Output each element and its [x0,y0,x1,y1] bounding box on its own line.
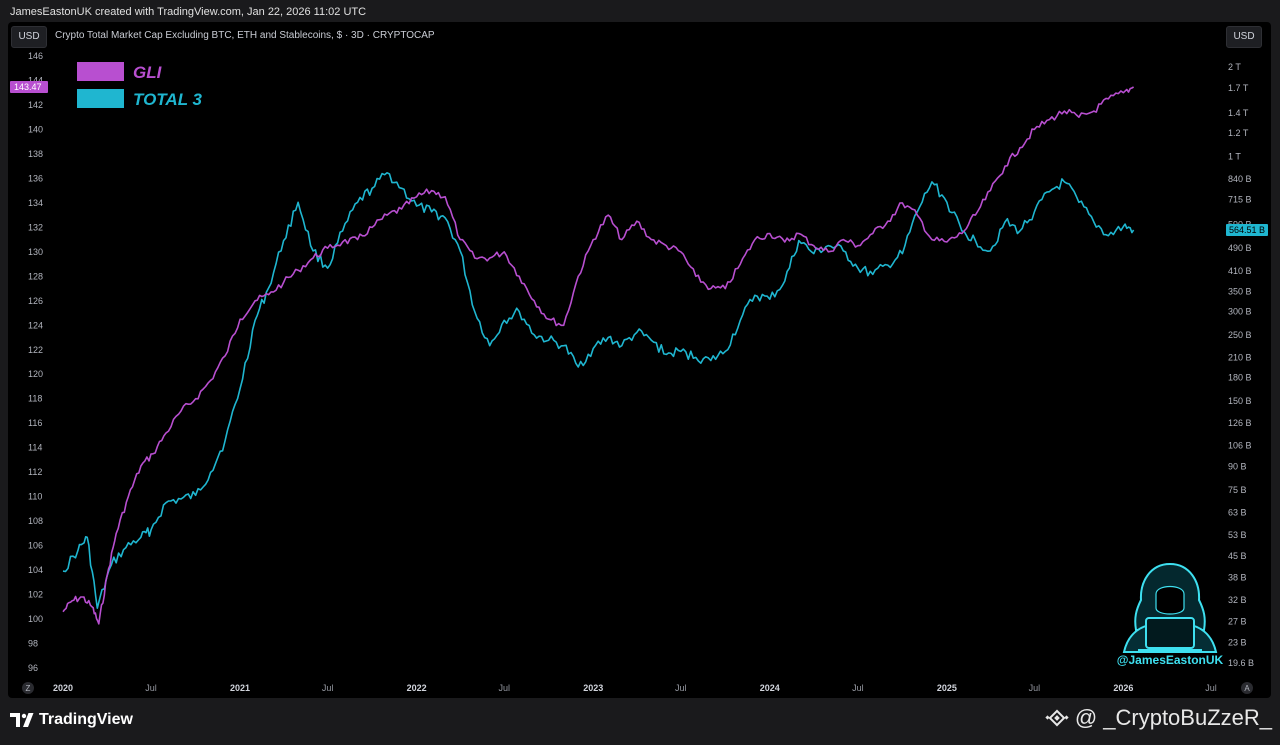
x-tick-label: 2023 [583,683,603,693]
x-tick-label: 2021 [230,683,250,693]
y-right-tick-label: 210 B [1228,352,1252,362]
y-left-tick-label: 98 [28,639,38,649]
y-left-tick-label: 106 [28,541,43,551]
y-left-tick-label: 142 [28,100,43,110]
y-left-tick-label: 128 [28,271,43,281]
y-right-tick-label: 2 T [1228,62,1241,72]
currency-right-button[interactable]: USD [1226,26,1262,48]
y-left-tick-label: 96 [28,663,38,673]
watermark: @ _CryptoBuZzeR_ [1045,705,1272,731]
y-left-tick-label: 126 [28,296,43,306]
y-left-tick-label: 104 [28,565,43,575]
brand-label: TradingView [39,711,133,728]
series-line-gli [62,86,1135,625]
auto-scale-button-label: A [1244,684,1250,693]
gli-last-value-label: 143.47 [14,82,42,92]
y-right-tick-label: 32 B [1228,595,1247,605]
y-left-tick-label: 124 [28,320,43,330]
y-right-tick-label: 27 B [1228,617,1247,627]
y-left-tick-label: 108 [28,516,43,526]
x-tick-label: Jul [498,683,510,693]
y-right-tick-label: 150 B [1228,396,1252,406]
x-tick-label: 2025 [937,683,957,693]
legend-label: GLI [133,63,163,82]
x-tick-label: Jul [1205,683,1217,693]
hacker-avatar: @JamesEastonUK [1110,560,1223,670]
x-tick-label: Jul [322,683,334,693]
y-right-tick-label: 715 B [1228,195,1252,205]
y-left-tick-label: 118 [28,394,42,404]
series-line-total3 [62,172,1135,609]
tradingview-brand[interactable]: TradingView [10,711,133,729]
y-right-tick-label: 1.4 T [1228,108,1249,118]
y-right-tick-label: 840 B [1228,174,1252,184]
y-left-tick-label: 112 [28,467,42,477]
avatar-handle: @JamesEastonUK [1116,653,1224,667]
y-left-tick-label: 132 [28,222,43,232]
x-tick-label: 2024 [760,683,780,693]
y-right-tick-label: 75 B [1228,485,1247,495]
y-left-tick-label: 122 [28,345,43,355]
y-left-tick-label: 140 [28,124,43,134]
y-right-tick-label: 90 B [1228,462,1247,472]
y-right-tick-label: 106 B [1228,441,1252,451]
x-tick-label: 2022 [407,683,427,693]
y-right-tick-label: 300 B [1228,306,1252,316]
chart-caption: JamesEastonUK created with TradingView.c… [10,6,367,18]
y-left-tick-label: 136 [28,173,43,183]
y-left-tick-label: 100 [28,614,43,624]
chart-svg[interactable]: 96 98 100 102 104 106 108 110 112 114 116 118 120 122… [8,22,1271,698]
y-right-tick-label: 350 B [1228,287,1252,297]
y-right-tick-label: 410 B [1228,266,1252,276]
y-left-tick-label: 110 [28,492,42,502]
z-button-label: Z [26,684,31,693]
x-tick-label: 2026 [1113,683,1133,693]
x-tick-label: Jul [1029,683,1041,693]
y-left-tick-label: 116 [28,418,42,428]
y-right-tick-label: 490 B [1228,243,1252,253]
legend-swatch [77,89,124,108]
y-right-tick-label: 180 B [1228,372,1252,382]
x-tick-label: Jul [852,683,864,693]
total3-last-value-label: 564.51 B [1229,225,1265,235]
y-right-tick-label: 45 B [1228,551,1247,561]
y-left-tick-label: 134 [28,198,43,208]
y-right-tick-label: 38 B [1228,573,1247,583]
x-tick-label: Jul [675,683,687,693]
y-right-tick-label: 1.7 T [1228,83,1249,93]
y-right-tick-label: 1.2 T [1228,128,1249,138]
hooded-figure-icon [1122,562,1218,653]
tradingview-logo-icon [10,713,34,727]
symbol-title: Crypto Total Market Cap Excluding BTC, E… [55,30,435,41]
y-right-tick-label: 126 B [1228,418,1252,428]
y-right-tick-label: 19.6 B [1228,658,1254,668]
y-left-tick-label: 102 [28,590,43,600]
y-right-tick-label: 250 B [1228,330,1252,340]
currency-left-button[interactable]: USD [11,26,47,48]
y-left-tick-label: 114 [28,443,42,453]
y-left-tick-label: 138 [28,149,43,159]
legend-label: TOTAL 3 [133,90,203,109]
y-right-tick-label: 23 B [1228,637,1247,647]
x-tick-label: Jul [145,683,157,693]
diamond-logo-icon [1045,709,1069,727]
legend-swatch [77,62,124,81]
y-right-tick-label: 63 B [1228,508,1247,518]
y-left-tick-label: 130 [28,247,43,257]
watermark-label: @ _CryptoBuZzeR_ [1074,705,1272,730]
chart-panel[interactable]: 96 98 100 102 104 106 108 110 112 114 116 118 120 122… [8,22,1271,698]
y-right-tick-label: 53 B [1228,530,1247,540]
x-tick-label: 2020 [53,683,73,693]
y-left-tick-label: 146 [28,51,43,61]
y-left-tick-label: 120 [28,369,43,379]
y-right-tick-label: 1 T [1228,151,1241,161]
